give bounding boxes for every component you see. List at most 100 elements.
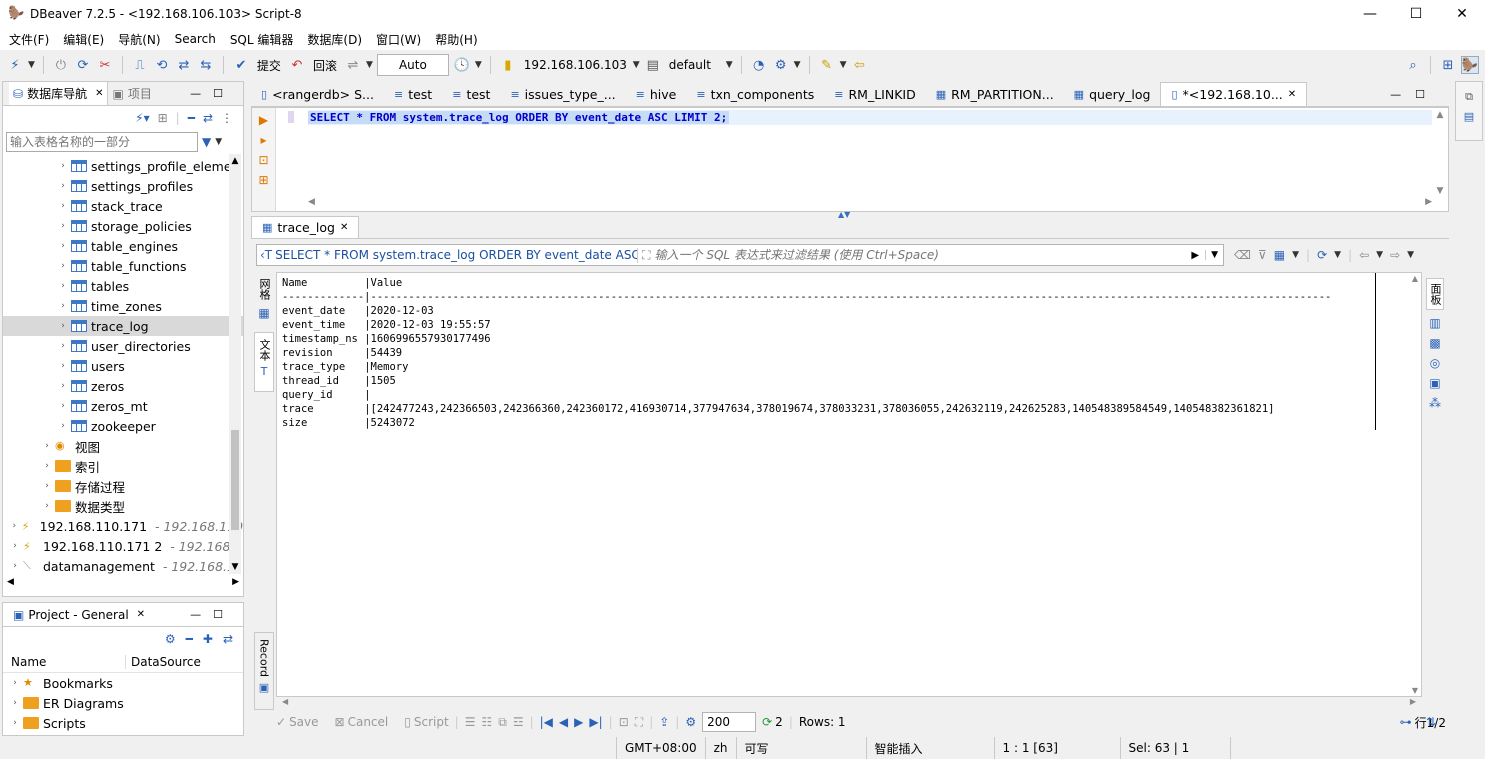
panel-window-controls[interactable]: —☐ [190, 608, 235, 621]
minimize-button[interactable]: — [1347, 0, 1393, 28]
chevron-right-icon[interactable]: › [57, 421, 69, 431]
chevron-right-icon[interactable]: › [57, 161, 69, 171]
chevron-down-icon[interactable]: ▼ [794, 60, 801, 70]
navigator-vertical-scrollbar[interactable]: ▲ ▼ [229, 154, 241, 574]
chevron-right-icon[interactable]: › [57, 301, 69, 311]
tree-folder-views[interactable]: › ◉ 视图 [3, 436, 243, 456]
menu-window[interactable]: 窗口(W) [369, 31, 428, 48]
sql-statement-line[interactable]: SELECT * FROM system.trace_log ORDER BY … [308, 110, 730, 124]
result-field-value[interactable]: 1606996557930177496 [371, 333, 491, 345]
results-horizontal-scrollbar[interactable]: ◀ ▶ [276, 697, 1422, 709]
result-field-value[interactable]: [242477243,242366503,242366360,242360172… [371, 403, 1275, 415]
execute-script-icon[interactable]: ▸ [256, 132, 272, 148]
layout-toggle-icon[interactable]: ⇅ [1426, 715, 1436, 729]
open-perspective-icon[interactable]: ⊞ [1439, 56, 1457, 74]
commit-button[interactable]: 提交 [254, 57, 284, 74]
editor-tab-rangerdb[interactable]: ▯ <rangerdb> S... [251, 82, 384, 106]
metadata-icon[interactable]: ▣ [1429, 376, 1440, 390]
view-text-tab[interactable]: 文本 T [254, 332, 274, 392]
calculator-icon[interactable]: ▥ [1429, 316, 1440, 330]
editor-tab-test-1[interactable]: ≡ test [384, 82, 442, 106]
tree-item-stack-trace[interactable]: › stack_trace [3, 196, 243, 216]
tree-item-zookeeper[interactable]: › zookeeper [3, 416, 243, 436]
projects-tab[interactable]: ▣ 项目 [108, 85, 155, 102]
chevron-down-icon[interactable]: ▼ [633, 60, 640, 70]
collapse-all-icon[interactable]: ━ [186, 632, 193, 646]
tree-item-trace-log[interactable]: › trace_log [3, 316, 243, 336]
chevron-right-icon[interactable]: › [41, 501, 53, 511]
chevron-down-icon[interactable]: ▼ [726, 60, 733, 70]
chevron-right-icon[interactable]: › [57, 221, 69, 231]
table-filter-input[interactable] [6, 132, 198, 152]
chevron-right-icon[interactable]: › [9, 678, 21, 688]
add-icon[interactable]: ✚ [203, 632, 213, 646]
editor-tab-rm-partition[interactable]: ▦ RM_PARTITION... [926, 82, 1064, 106]
chevron-right-icon[interactable]: › [57, 321, 69, 331]
scroll-right-icon[interactable]: ▶ [232, 577, 239, 587]
results-tab-trace-log[interactable]: ▦ trace_log ✕ [251, 216, 360, 238]
sql-vertical-scrollbar[interactable]: ▲ ▼ [1434, 110, 1446, 196]
record-mode-tab[interactable]: Record ▣ [254, 632, 274, 710]
chevron-right-icon[interactable]: › [57, 341, 69, 351]
rollback-icon[interactable]: ↶ [288, 56, 306, 74]
chevron-down-icon[interactable]: ▼ [215, 137, 222, 147]
close-icon[interactable]: ✕ [95, 88, 103, 99]
chevron-right-icon[interactable]: › [9, 561, 21, 571]
tree-folder-procedures[interactable]: › 存储过程 [3, 476, 243, 496]
gear-icon[interactable]: ⚙ [165, 632, 176, 646]
menu-navigate[interactable]: 导航(N) [111, 31, 167, 48]
transaction-mode-icon[interactable]: ⇌ [344, 56, 362, 74]
chevron-down-icon[interactable]: ▼ [28, 60, 35, 70]
results-filter-input[interactable] [654, 248, 1186, 262]
chevron-right-icon[interactable]: › [57, 401, 69, 411]
result-field-value[interactable]: 2020-12-03 [371, 305, 434, 317]
chevron-down-icon[interactable]: ▼ [366, 60, 373, 70]
editor-tab-rm-linkid[interactable]: ≡ RM_LINKID [824, 82, 925, 106]
menu-database[interactable]: 数据库(D) [300, 31, 369, 48]
tree-item-user-directories[interactable]: › user_directories [3, 336, 243, 356]
execute-statement-icon[interactable]: ▶ [256, 112, 272, 128]
new-folder-icon[interactable]: ⊞ [158, 111, 168, 125]
chevron-right-icon[interactable]: › [57, 201, 69, 211]
chevron-right-icon[interactable]: › [57, 281, 69, 291]
editor-tab-test-2[interactable]: ≡ test [442, 82, 500, 106]
result-row[interactable]: trace |[242477243,242366503,242366360,24… [282, 403, 1275, 415]
chevron-right-icon[interactable]: › [41, 481, 53, 491]
save-button[interactable]: ✓ Save [276, 715, 319, 729]
menu-search[interactable]: Search [168, 32, 223, 46]
tree-item-time-zones[interactable]: › time_zones [3, 296, 243, 316]
column-header-datasource[interactable]: DataSource [125, 654, 201, 669]
dashboard-icon[interactable]: ◔ [750, 56, 768, 74]
chevron-right-icon[interactable]: › [9, 718, 21, 728]
first-page-icon[interactable]: |◀ [540, 715, 553, 729]
result-row[interactable]: thread_id |1505 [282, 375, 396, 387]
dbeaver-perspective-icon[interactable]: 🦫 [1461, 56, 1479, 74]
chevron-right-icon[interactable]: › [9, 541, 21, 551]
chevron-right-icon[interactable]: › [57, 361, 69, 371]
fetch-settings-icon[interactable]: ⚙ [685, 715, 696, 729]
next-page-icon[interactable]: ▶ [574, 715, 583, 729]
editor-window-controls[interactable]: —☐ [1390, 88, 1439, 101]
chevron-right-icon[interactable]: › [41, 461, 53, 471]
save-filter-icon[interactable]: ▦ [1274, 248, 1285, 262]
commit-icon[interactable]: ✔ [232, 56, 250, 74]
result-row[interactable]: size |5243072 [282, 417, 415, 429]
chevron-down-icon[interactable]: ▼ [840, 60, 847, 70]
maximize-button[interactable]: ☐ [1393, 0, 1439, 28]
tree-item-storage-policies[interactable]: › storage_policies [3, 216, 243, 236]
cancel-button[interactable]: ⊠ Cancel [335, 715, 389, 729]
editor-tab-txn-components[interactable]: ≡ txn_components [686, 82, 824, 106]
pin-icon[interactable]: ⇦ [850, 56, 868, 74]
eraser-icon[interactable]: ⌫ [1234, 248, 1251, 262]
menu-file[interactable]: 文件(F) [2, 31, 56, 48]
editor-tab-issues-type[interactable]: ≡ issues_type_... [500, 82, 625, 106]
refresh-mode-icon[interactable]: ⟳ [1317, 248, 1327, 262]
new-connection-icon[interactable]: ⚡ [6, 56, 24, 74]
commit-mode-selector[interactable]: Auto [376, 54, 449, 76]
result-row[interactable]: event_date |2020-12-03 [282, 305, 434, 317]
close-button[interactable]: ✕ [1439, 0, 1485, 28]
tree-item-settings-profile-elements[interactable]: › settings_profile_elemen [3, 156, 243, 176]
result-field-value[interactable]: 1505 [371, 375, 396, 387]
outline-icon[interactable]: ▤ [1464, 110, 1474, 123]
value-viewer-icon[interactable]: ◎ [1430, 356, 1440, 370]
